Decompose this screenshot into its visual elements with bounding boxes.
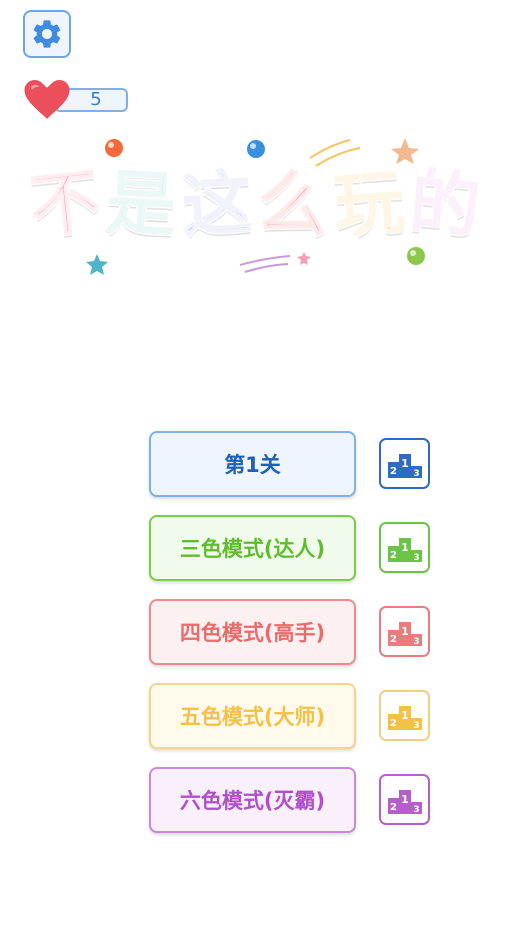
svg-text:1: 1: [401, 625, 409, 638]
mode-row-five-color: 五色模式(大师) 1 2 3: [149, 683, 431, 749]
podium-icon: 1 2 3: [387, 621, 422, 646]
logo-char: 玩: [330, 159, 409, 249]
three-color-mode-button[interactable]: 三色模式(达人): [149, 515, 356, 581]
svg-text:2: 2: [390, 634, 397, 645]
svg-text:1: 1: [401, 709, 409, 722]
mode-row-six-color: 六色模式(灭霸) 1 2 3: [149, 767, 431, 833]
svg-text:3: 3: [413, 805, 419, 814]
podium-icon: 1 2 3: [387, 453, 422, 478]
svg-text:2: 2: [390, 466, 397, 477]
heart-icon: [24, 80, 70, 119]
main-menu-screen: 5 不 是 这 么 玩 的 第1关 1 2 3 三色模式(达人) 1 2 3 四…: [0, 0, 506, 932]
lives-counter: 5: [24, 78, 128, 120]
leaderboard-button-six-color[interactable]: 1 2 3: [379, 774, 430, 825]
svg-text:3: 3: [413, 469, 419, 478]
podium-icon: 1 2 3: [387, 789, 422, 814]
svg-text:3: 3: [413, 637, 419, 646]
logo-char: 么: [254, 159, 333, 249]
level-1-button[interactable]: 第1关: [149, 431, 356, 497]
gear-icon: [33, 20, 61, 48]
mode-row-four-color: 四色模式(高手) 1 2 3: [149, 599, 431, 665]
logo-char: 的: [405, 159, 485, 250]
svg-text:3: 3: [413, 721, 419, 730]
logo-char: 这: [178, 160, 255, 249]
settings-button[interactable]: [23, 10, 71, 58]
svg-text:2: 2: [390, 802, 397, 813]
svg-text:2: 2: [390, 550, 397, 561]
logo-char: 是: [102, 160, 179, 249]
leaderboard-button-five-color[interactable]: 1 2 3: [379, 690, 430, 741]
four-color-mode-button[interactable]: 四色模式(高手): [149, 599, 356, 665]
mode-row-three-color: 三色模式(达人) 1 2 3: [149, 515, 431, 581]
svg-text:1: 1: [401, 457, 409, 470]
leaderboard-button-three-color[interactable]: 1 2 3: [379, 522, 430, 573]
leaderboard-button-level-1[interactable]: 1 2 3: [379, 438, 430, 489]
leaderboard-button-four-color[interactable]: 1 2 3: [379, 606, 430, 657]
podium-icon: 1 2 3: [387, 705, 422, 730]
svg-text:1: 1: [401, 541, 409, 554]
logo-char: 不: [24, 158, 105, 250]
mode-row-level-1: 第1关 1 2 3: [149, 431, 431, 497]
logo-title: 不 是 这 么 玩 的: [20, 158, 490, 250]
five-color-mode-button[interactable]: 五色模式(大师): [149, 683, 356, 749]
six-color-mode-button[interactable]: 六色模式(灭霸): [149, 767, 356, 833]
lives-count: 5: [90, 89, 102, 110]
svg-text:3: 3: [413, 553, 419, 562]
podium-icon: 1 2 3: [387, 537, 422, 562]
svg-text:2: 2: [390, 718, 397, 729]
svg-text:1: 1: [401, 793, 409, 806]
game-logo: 不 是 这 么 玩 的: [20, 130, 490, 280]
